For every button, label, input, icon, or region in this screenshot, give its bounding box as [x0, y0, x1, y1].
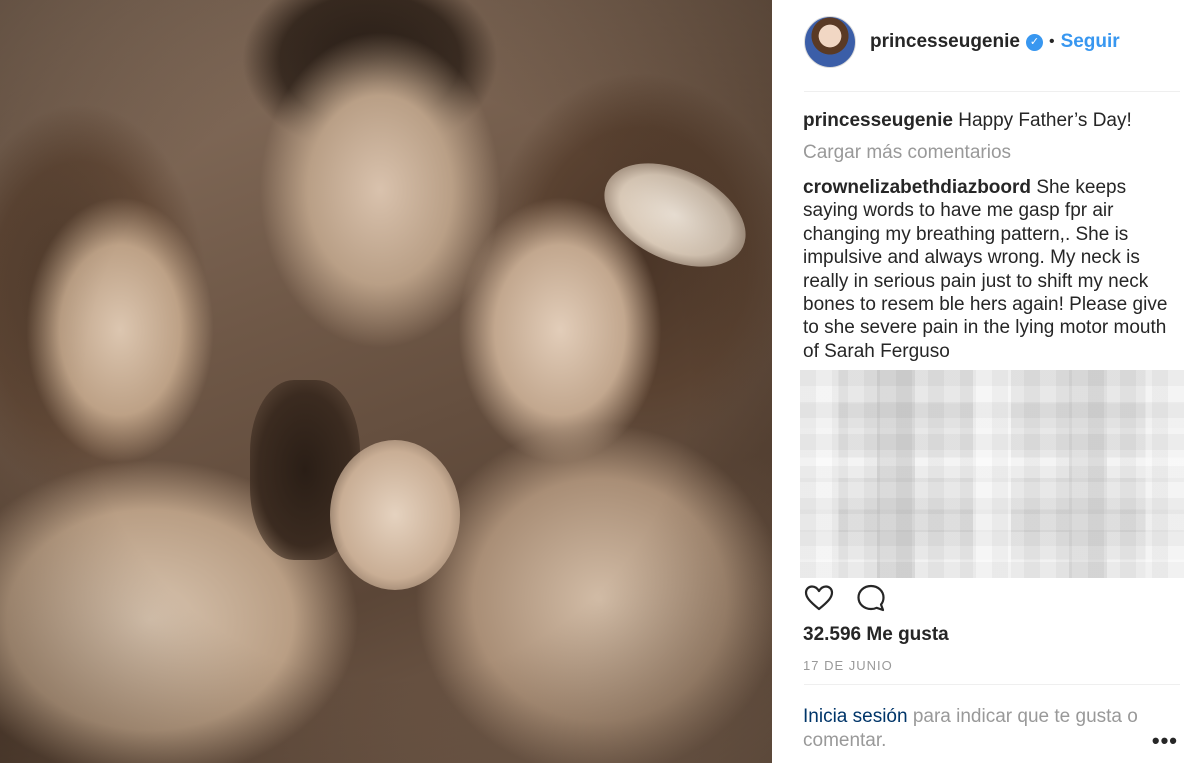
footer-divider: [804, 684, 1180, 685]
comment-icon[interactable]: [855, 582, 887, 614]
login-prompt: Inicia sesión para indicar que te gusta …: [803, 705, 1153, 753]
post-date[interactable]: 17 DE JUNIO: [803, 658, 893, 673]
photo-vignette: [0, 0, 772, 763]
verified-badge-icon: ✓: [1025, 33, 1043, 51]
post-header: princesseugenie ✓ • Seguir: [804, 16, 1120, 68]
likes-count[interactable]: 32.596 Me gusta: [803, 624, 949, 646]
comment-text: She keeps saying words to have me gasp f…: [803, 177, 1168, 362]
action-bar: [803, 582, 887, 614]
header-separator: •: [1048, 33, 1055, 50]
comment-item: crownelizabethdiazboord She keeps saying…: [803, 176, 1183, 363]
pixelated-comments-block: [800, 370, 1184, 578]
header-username[interactable]: princesseugenie: [870, 31, 1020, 53]
load-more-comments-button[interactable]: Cargar más comentarios: [803, 142, 1011, 164]
header-divider: [804, 91, 1180, 92]
follow-button[interactable]: Seguir: [1061, 31, 1120, 53]
post-caption: princesseugenie Happy Father’s Day!: [803, 109, 1132, 132]
caption-text: Happy Father’s Day!: [958, 110, 1132, 131]
caption-username[interactable]: princesseugenie: [803, 110, 953, 131]
post-sidebar: princesseugenie ✓ • Seguir princesseugen…: [772, 0, 1200, 763]
heart-icon[interactable]: [803, 582, 835, 614]
comment-username[interactable]: crownelizabethdiazboord: [803, 177, 1031, 198]
avatar[interactable]: [804, 16, 856, 68]
more-options-icon[interactable]: •••: [1152, 728, 1178, 754]
post-photo[interactable]: [0, 0, 772, 763]
login-link[interactable]: Inicia sesión: [803, 706, 908, 727]
